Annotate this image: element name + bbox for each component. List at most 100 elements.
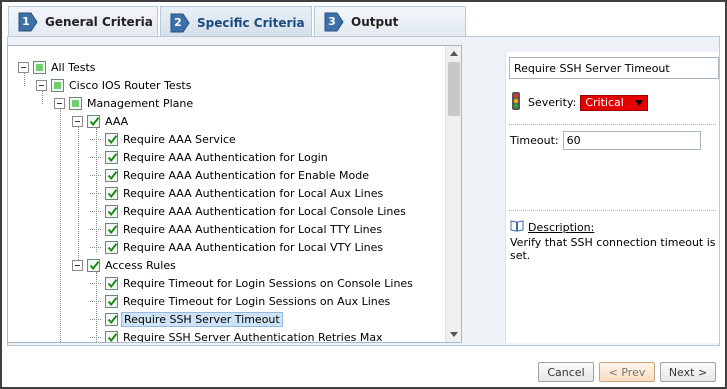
tree-row[interactable]: Require AAA Authentication for Login	[90, 148, 330, 166]
next-button[interactable]: Next >	[660, 362, 716, 382]
tree-row[interactable]: Require SSH Server Timeout	[90, 310, 283, 328]
tree-rows: All Tests Cisco IOS Router Tests Managemen…	[8, 46, 445, 343]
tab-bar: 1 General Criteria 2 Specific Criteria 3…	[2, 2, 723, 38]
tab-general-criteria[interactable]: 1 General Criteria	[8, 6, 158, 37]
tree-row-label: All Tests	[51, 60, 96, 74]
tree-connector	[90, 318, 101, 320]
tree-row-label: Require SSH Server Authentication Retrie…	[123, 330, 383, 343]
description-header: Description:	[510, 220, 594, 235]
button-bar: Cancel < Prev Next >	[7, 350, 720, 384]
tree-checkbox[interactable]	[105, 240, 118, 254]
chevron-down-icon	[635, 99, 644, 106]
book-icon	[510, 220, 524, 235]
scroll-up-icon[interactable]	[450, 51, 458, 56]
collapse-icon[interactable]	[18, 61, 29, 73]
tree-row-label: Require Timeout for Login Sessions on Co…	[123, 276, 413, 290]
timeout-label: Timeout:	[510, 134, 559, 147]
tree-row[interactable]: Require Timeout for Login Sessions on Co…	[90, 274, 415, 292]
tree-checkbox[interactable]	[105, 222, 118, 236]
tree-row-label: Require SSH Server Timeout	[121, 311, 283, 327]
tree-connector	[90, 246, 101, 248]
tree-checkbox[interactable]	[33, 60, 46, 74]
cancel-button[interactable]: Cancel	[538, 362, 594, 382]
tree-row-label: Management Plane	[87, 96, 194, 110]
tree-connector	[90, 210, 101, 212]
collapse-icon[interactable]	[36, 79, 47, 91]
tree-row-label: Require AAA Authentication for Local Aux…	[123, 186, 384, 200]
tree-checkbox[interactable]	[105, 204, 118, 218]
tree-checkbox[interactable]	[105, 150, 118, 164]
tree-checkbox[interactable]	[105, 132, 118, 146]
tab-general-criteria-label: General Criteria	[45, 15, 153, 29]
tree-row[interactable]: Require AAA Authentication for Local TTY…	[90, 220, 384, 238]
step-2-icon: 2	[169, 12, 191, 34]
traffic-light-icon	[510, 92, 522, 113]
tree-row-label: Require Timeout for Login Sessions on Au…	[123, 294, 391, 308]
tree-checkbox[interactable]	[87, 114, 100, 128]
tree-checkbox[interactable]	[105, 330, 118, 342]
tab-output-label: Output	[351, 15, 399, 29]
tree-row-label: Require AAA Service	[123, 132, 236, 146]
tree-connector	[90, 336, 101, 338]
tree-row-label: Require AAA Authentication for Local Con…	[123, 204, 406, 218]
collapse-icon[interactable]	[72, 259, 83, 271]
tree-checkbox[interactable]	[51, 78, 64, 92]
tree-checkbox[interactable]	[87, 258, 100, 272]
tree-row[interactable]: All Tests	[18, 58, 98, 76]
tree-checkbox[interactable]	[69, 96, 82, 110]
tab-specific-criteria-label: Specific Criteria	[197, 15, 305, 30]
tree-row[interactable]: Require AAA Authentication for Local Aux…	[90, 184, 385, 202]
severity-label: Severity:	[528, 96, 577, 109]
tree-row[interactable]: Require AAA Authentication for Local VTY…	[90, 238, 385, 256]
tree-connector	[90, 174, 101, 176]
tree-row[interactable]: Require AAA Authentication for Enable Mo…	[90, 166, 371, 184]
tree-checkbox[interactable]	[105, 186, 118, 200]
tree-row-label: AAA	[105, 114, 129, 128]
tab-specific-criteria[interactable]: 2 Specific Criteria	[160, 6, 312, 38]
test-name-field: Require SSH Server Timeout	[509, 57, 719, 79]
tree-row[interactable]: Require AAA Service	[90, 130, 238, 148]
tree-connector	[90, 156, 101, 158]
tree-row-label: Require AAA Authentication for Local VTY…	[123, 240, 384, 254]
tree-connector	[90, 228, 101, 230]
tree-row[interactable]: Require SSH Server Authentication Retrie…	[90, 328, 385, 343]
tree-row[interactable]: Require Timeout for Login Sessions on Au…	[90, 292, 392, 310]
description-text: Verify that SSH connection timeout is se…	[510, 236, 716, 262]
tree-checkbox[interactable]	[105, 168, 118, 182]
tree-scrollbar[interactable]	[445, 46, 461, 342]
tree-row[interactable]: Management Plane	[54, 94, 195, 112]
tree-row-label: Require AAA Authentication for Local TTY…	[123, 222, 383, 236]
tree-row-label: Require AAA Authentication for Enable Mo…	[123, 168, 369, 182]
tree-row[interactable]: Require AAA Authentication for Local Con…	[90, 202, 408, 220]
tree-connector	[90, 300, 101, 302]
description-title: Description:	[528, 221, 595, 234]
tree-checkbox[interactable]	[105, 294, 118, 308]
step-1-icon: 1	[17, 11, 39, 33]
timeout-row: Timeout:	[510, 131, 701, 150]
tree-row[interactable]: AAA	[72, 112, 130, 130]
step-3-icon: 3	[323, 11, 345, 33]
scroll-thumb[interactable]	[448, 62, 460, 116]
test-tree: All Tests Cisco IOS Router Tests Managemen…	[7, 45, 462, 343]
severity-value: Critical	[585, 96, 624, 109]
collapse-icon[interactable]	[54, 97, 65, 109]
prev-button[interactable]: < Prev	[599, 362, 655, 382]
tree-connector	[90, 138, 101, 140]
test-detail-pane: Require SSH Server Timeout Severity: Cri…	[505, 52, 719, 343]
tree-row[interactable]: Access Rules	[72, 256, 178, 274]
scroll-down-icon[interactable]	[450, 332, 458, 337]
tree-row-label: Require AAA Authentication for Login	[123, 150, 328, 164]
tree-row-label: Cisco IOS Router Tests	[69, 78, 192, 92]
severity-row: Severity: Critical	[510, 92, 649, 113]
tree-checkbox[interactable]	[105, 276, 118, 290]
timeout-input[interactable]	[562, 131, 701, 150]
tab-output[interactable]: 3 Output	[314, 6, 466, 37]
tree-row-label: Access Rules	[105, 258, 176, 272]
tree-connector	[90, 282, 101, 284]
tree-row[interactable]: Cisco IOS Router Tests	[36, 76, 193, 94]
collapse-icon[interactable]	[72, 115, 83, 127]
severity-select[interactable]: Critical	[580, 94, 649, 111]
tree-connector	[90, 192, 101, 194]
divider	[509, 210, 716, 211]
tree-checkbox[interactable]	[105, 312, 118, 326]
